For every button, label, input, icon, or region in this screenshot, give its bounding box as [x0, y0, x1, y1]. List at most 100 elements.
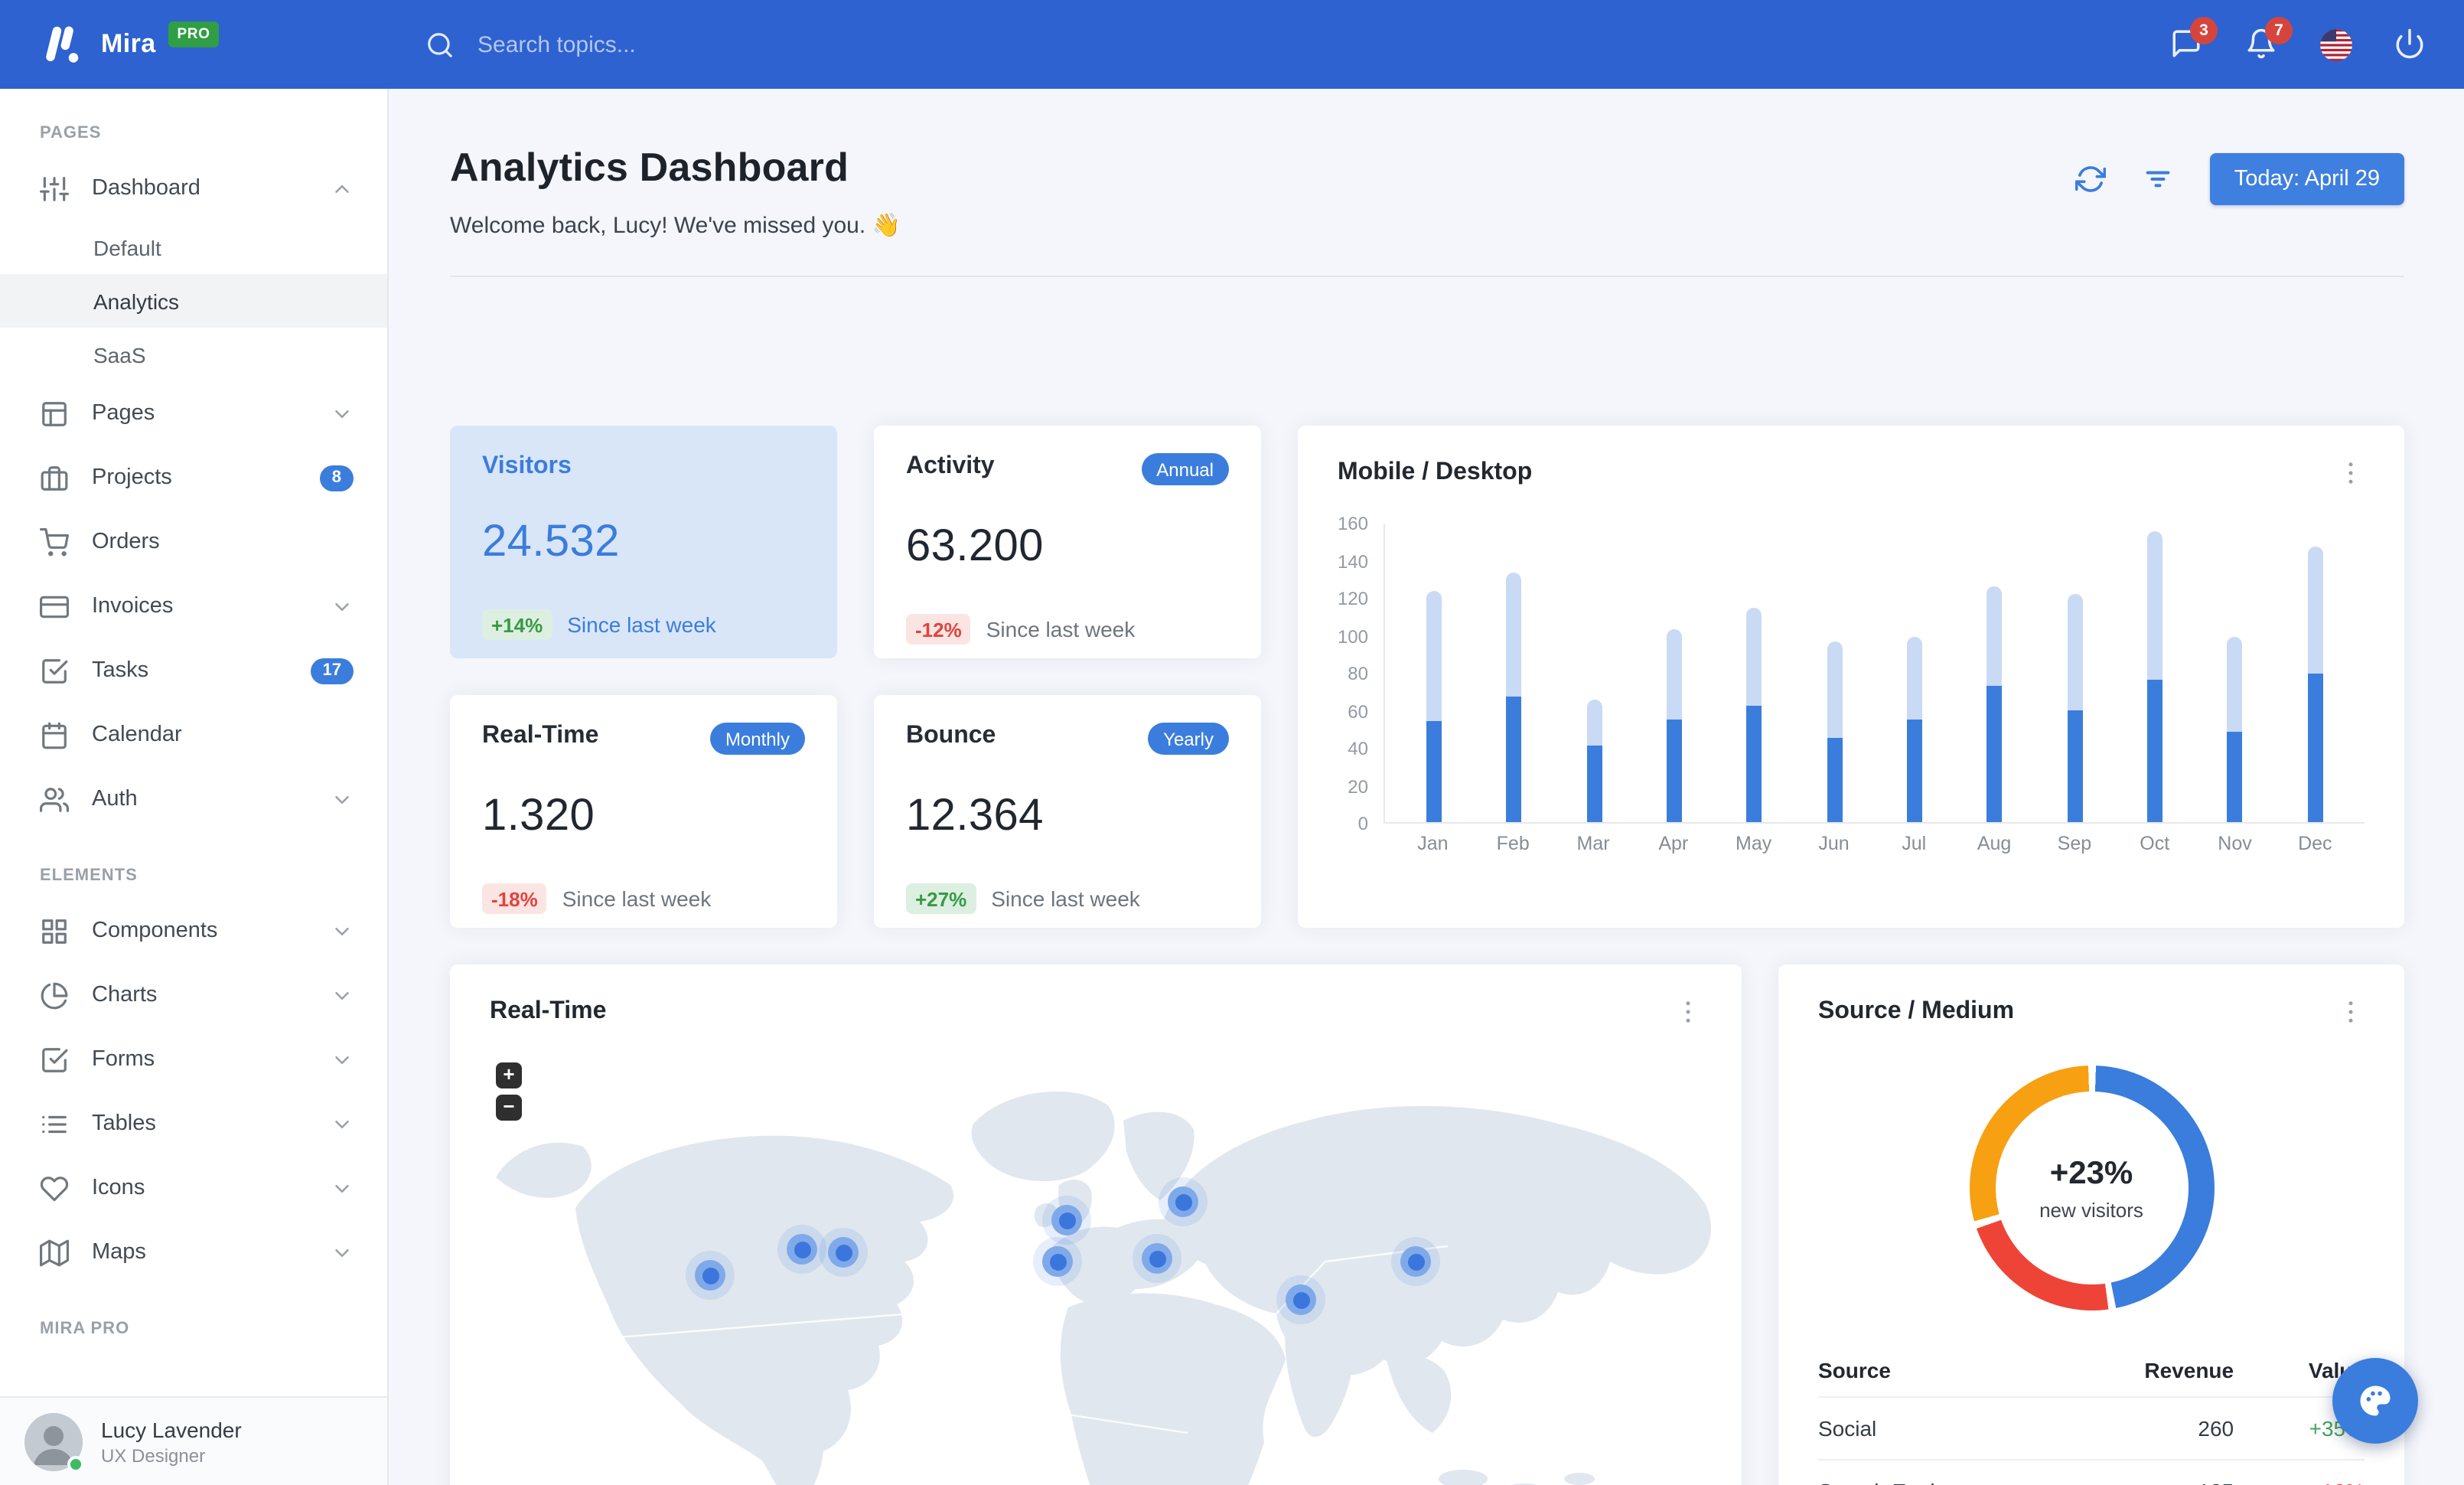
map-marker-istanbul[interactable]: [1142, 1243, 1172, 1274]
sidebar-item-icons[interactable]: Icons: [0, 1156, 387, 1220]
map-marker-delhi[interactable]: [1286, 1284, 1316, 1315]
sidebar-item-tables[interactable]: Tables: [0, 1092, 387, 1156]
sidebar-count-badge: 17: [310, 658, 354, 684]
map-title: Real-Time: [490, 998, 607, 1024]
y-axis-tick: 100: [1337, 625, 1368, 647]
sidebar-item-pages[interactable]: Pages: [0, 381, 387, 445]
world-map[interactable]: + −: [468, 1032, 1723, 1485]
more-vertical-icon: [2348, 1001, 2353, 1023]
y-axis-tick: 140: [1337, 550, 1368, 572]
stat-change-note: Since last week: [567, 612, 716, 637]
map-menu-button[interactable]: [1674, 998, 1702, 1026]
bar-feb[interactable]: [1506, 524, 1522, 822]
source-medium-title: Source / Medium: [1818, 998, 2015, 1024]
map-marker-chicago[interactable]: [787, 1234, 817, 1265]
sidebar-item-maps[interactable]: Maps: [0, 1220, 387, 1284]
sidebar-item-dashboard[interactable]: Dashboard: [0, 156, 387, 220]
y-axis-tick: 0: [1357, 813, 1368, 834]
sidebar-item-default[interactable]: Default: [0, 220, 387, 274]
stat-value: 63.200: [906, 522, 1044, 571]
top-navbar: Mira PRO 3 7: [0, 0, 2464, 89]
map-marker-beijing[interactable]: [1400, 1246, 1431, 1277]
messages-button[interactable]: 3: [2170, 17, 2218, 61]
logout-button[interactable]: [2394, 28, 2427, 61]
chevron-down-icon: [335, 795, 349, 803]
table-row-search-engines: Search Engines 125 -12%: [1818, 1459, 2365, 1485]
credit-card-icon: [40, 595, 69, 618]
stat-value: 12.364: [906, 791, 1044, 840]
main-content: Analytics Dashboard Welcome back, Lucy! …: [389, 89, 2464, 1485]
sidebar-item-components[interactable]: Components: [0, 899, 387, 963]
donut-center-label: new visitors: [2039, 1198, 2143, 1221]
filter-button[interactable]: [2143, 164, 2173, 194]
chevron-down-icon: [335, 1184, 349, 1192]
revenue-cell: 260: [2064, 1396, 2274, 1460]
stat-change-badge: +14%: [482, 609, 552, 640]
sidebar-section-label-elements: ELEMENTS: [40, 867, 138, 885]
stat-change-note: Since last week: [986, 617, 1136, 641]
sidebar-item-invoices[interactable]: Invoices: [0, 574, 387, 638]
sidebar-item-auth[interactable]: Auth: [0, 767, 387, 831]
bar-jun[interactable]: [1827, 524, 1843, 822]
more-vertical-icon: [2348, 462, 2353, 484]
map-marker-los-angeles[interactable]: [695, 1260, 725, 1291]
search-input[interactable]: [474, 30, 811, 59]
today-date-button[interactable]: Today: April 29: [2209, 153, 2404, 205]
stat-period-badge[interactable]: Monthly: [709, 723, 805, 755]
user-role: UX Designer: [101, 1444, 206, 1466]
sidebar-item-charts[interactable]: Charts: [0, 963, 387, 1027]
bar-apr[interactable]: [1667, 524, 1683, 822]
shopping-cart-icon: [40, 527, 69, 556]
source-menu-button[interactable]: [2337, 998, 2365, 1026]
sidebar-item-orders[interactable]: Orders: [0, 510, 387, 574]
bar-dec[interactable]: [2307, 524, 2323, 822]
map-marker-moscow[interactable]: [1168, 1186, 1198, 1217]
chevron-down-icon: [335, 602, 349, 610]
bar-jul[interactable]: [1907, 524, 1923, 822]
stat-period-badge[interactable]: Yearly: [1148, 723, 1229, 755]
grid-icon: [42, 919, 67, 943]
check-square-icon: [42, 1047, 68, 1072]
map-zoom-in-button[interactable]: +: [496, 1062, 522, 1088]
y-axis-tick: 160: [1337, 513, 1368, 534]
sidebar-item-analytics[interactable]: Analytics: [0, 274, 387, 328]
bar-may[interactable]: [1746, 524, 1762, 822]
bar-sep[interactable]: [2067, 524, 2083, 822]
x-axis-label: Jan: [1417, 833, 1449, 854]
sidebar-count-badge: 8: [319, 465, 354, 491]
welcome-message: Welcome back, Lucy! We've missed you. 👋: [450, 213, 901, 239]
chart-menu-button[interactable]: [2337, 459, 2365, 487]
value-cell: -12%: [2273, 1459, 2365, 1485]
map-zoom-out-button[interactable]: −: [496, 1095, 522, 1121]
y-axis-tick: 80: [1348, 663, 1368, 684]
source-table: Source Revenue Value Social 260 +35%Sear…: [1818, 1344, 2365, 1485]
refresh-button[interactable]: [2075, 164, 2106, 194]
language-flag-button[interactable]: [2320, 28, 2352, 60]
notifications-button[interactable]: 7: [2245, 17, 2293, 61]
bar-nov[interactable]: [2227, 524, 2243, 822]
donut-center-value: +23%: [2049, 1155, 2133, 1190]
sidebar-item-forms[interactable]: Forms: [0, 1027, 387, 1092]
sidebar-item-label: Calendar: [92, 723, 182, 747]
chevron-up-icon: [335, 184, 349, 192]
bar-aug[interactable]: [1987, 524, 2003, 822]
map-marker-london[interactable]: [1051, 1205, 1082, 1235]
more-vertical-icon: [1686, 1001, 1690, 1023]
bar-mar[interactable]: [1586, 524, 1602, 822]
sidebar-item-projects[interactable]: Projects 8: [0, 445, 387, 510]
sidebar-user[interactable]: Lucy Lavender UX Designer: [0, 1396, 387, 1485]
chevron-down-icon: [335, 927, 349, 935]
donut-chart: +23% new visitors: [1969, 1066, 2214, 1310]
sidebar-item-tasks[interactable]: Tasks 17: [0, 638, 387, 703]
world-map-image: [496, 1091, 1711, 1485]
bar-jan[interactable]: [1426, 524, 1442, 822]
x-axis-label: Jul: [1902, 833, 1927, 854]
map-marker-new-york[interactable]: [828, 1237, 859, 1268]
bar-oct[interactable]: [2147, 524, 2163, 822]
sidebar-item-calendar[interactable]: Calendar: [0, 703, 387, 767]
sidebar-item-saas[interactable]: SaaS: [0, 328, 387, 381]
brand-logo[interactable]: Mira PRO: [0, 21, 220, 67]
stat-period-badge[interactable]: Annual: [1141, 453, 1229, 485]
theme-settings-button[interactable]: [2332, 1358, 2418, 1444]
map-marker-madrid[interactable]: [1042, 1246, 1073, 1277]
